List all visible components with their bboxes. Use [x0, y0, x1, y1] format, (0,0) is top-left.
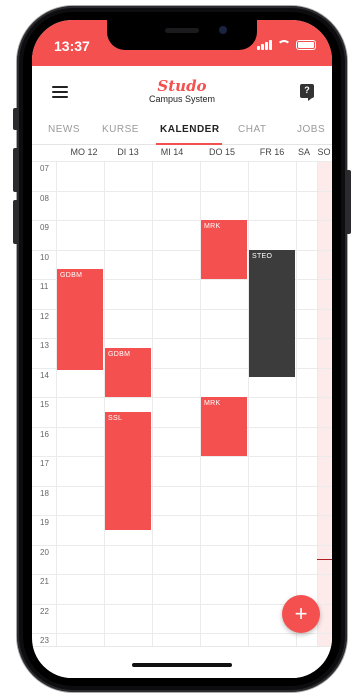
hour-label: 22	[40, 606, 49, 616]
power-button	[346, 170, 351, 234]
status-icons	[257, 40, 316, 50]
hour-label: 18	[40, 488, 49, 498]
hour-label: 07	[40, 164, 49, 173]
hour-label: 12	[40, 311, 49, 321]
help-icon[interactable]: ?	[300, 84, 314, 101]
signal-icon	[257, 40, 272, 50]
calendar-event[interactable]: MRK	[201, 220, 247, 279]
hour-row: 07	[32, 161, 332, 191]
hour-label: 23	[40, 636, 49, 645]
status-bar: 13:37	[32, 20, 332, 66]
app-header: Studo Campus System ?	[32, 66, 332, 120]
home-indicator[interactable]	[132, 663, 232, 667]
hour-row: 19	[32, 515, 332, 545]
mute-switch	[13, 108, 18, 130]
calendar-event[interactable]: SSL	[105, 411, 151, 530]
tab-news[interactable]: NEWS	[48, 124, 80, 135]
battery-icon	[296, 40, 316, 50]
day-label: SA	[297, 147, 310, 157]
day-header: MO 12 DI 13 MI 14 DO 15 FR 16 SA SO	[32, 145, 332, 162]
volume-down-button	[13, 200, 18, 244]
hour-label: 19	[40, 518, 49, 527]
day-label: SO	[317, 147, 331, 157]
hour-label: 16	[40, 429, 49, 439]
add-event-button[interactable]: +	[282, 595, 320, 633]
hour-row: 20	[32, 544, 332, 575]
calendar-event[interactable]: STEO	[249, 249, 295, 378]
day-label: MI 14	[160, 147, 184, 157]
hour-row: 09	[32, 220, 332, 250]
calendar-event[interactable]: MRK	[201, 397, 247, 456]
hour-label: 13	[40, 341, 49, 350]
hour-row: 21	[32, 574, 332, 604]
day-label: FR 16	[259, 147, 285, 157]
hour-row: 17	[32, 456, 332, 486]
hour-label: 14	[40, 370, 49, 380]
day-label: DI 13	[117, 147, 139, 157]
tab-chat[interactable]: CHAT	[238, 124, 266, 135]
day-label: MO 12	[70, 147, 98, 157]
hour-label: 17	[40, 459, 49, 468]
volume-up-button	[13, 148, 18, 192]
app-logo: Studo	[157, 77, 207, 95]
hour-label: 10	[40, 252, 49, 262]
hour-label: 08	[40, 193, 49, 203]
tab-kurse[interactable]: KURSE	[102, 124, 139, 135]
speaker	[165, 28, 199, 33]
hour-row: 08	[32, 190, 332, 221]
tab-bar: NEWS KURSE KALENDER CHAT JOBS	[32, 120, 332, 145]
week-calendar[interactable]: 07 08 09 10 11 12 13 14 15 16 17 18 19 20 21 22 23 GDBM GD…	[32, 161, 332, 646]
brand: Studo Campus System	[32, 78, 332, 105]
hour-row: 23	[32, 633, 332, 646]
hour-label: 21	[40, 577, 49, 586]
tab-jobs[interactable]: JOBS	[297, 124, 325, 135]
tab-kalender[interactable]: KALENDER	[160, 124, 220, 135]
hour-row: 16	[32, 426, 332, 457]
day-label: DO 15	[208, 147, 235, 157]
hour-row: 15	[32, 397, 332, 427]
app-screen: 13:37 Studo Campus System ? NEWS KURSE K…	[32, 20, 332, 678]
hour-label: 20	[40, 547, 49, 557]
app-subtitle: Campus System	[148, 94, 216, 104]
wifi-icon	[277, 40, 291, 50]
status-time: 13:37	[54, 38, 90, 54]
phone-mockup: 13:37 Studo Campus System ? NEWS KURSE K…	[0, 0, 361, 696]
bottom-bar	[32, 646, 332, 678]
hour-label: 15	[40, 400, 49, 409]
calendar-event[interactable]: GDBM	[105, 347, 151, 397]
camera-icon	[219, 26, 227, 34]
hour-label: 09	[40, 223, 49, 232]
calendar-event[interactable]: GDBM	[57, 269, 103, 370]
notch	[107, 20, 257, 50]
hour-row: 18	[32, 485, 332, 516]
hour-label: 11	[40, 282, 49, 291]
current-time-line	[317, 559, 332, 561]
